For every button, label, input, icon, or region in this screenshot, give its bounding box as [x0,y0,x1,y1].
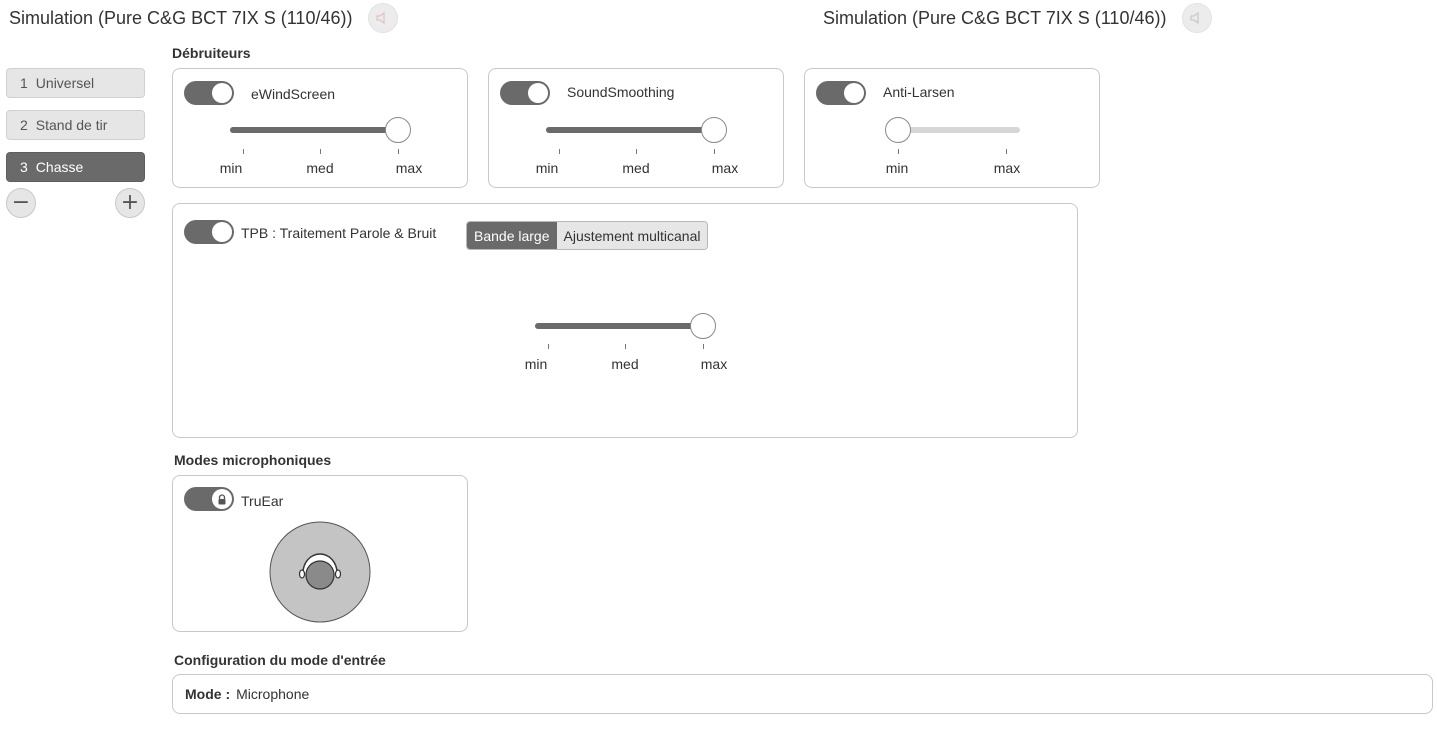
soundsmoothing-toggle[interactable] [500,81,550,105]
anti-larsen-card: Anti-Larsen min max [804,68,1100,188]
program-label: Stand de tir [35,117,108,133]
simulation-title: Simulation (Pure C&G BCT 7IX S (110/46)) [823,7,1167,28]
tick-label-med: med [306,160,334,176]
ewindscreen-slider-thumb[interactable] [385,117,411,143]
simulation-header-right: Simulation (Pure C&G BCT 7IX S (110/46)) [823,3,1213,33]
slider-fill [535,323,703,329]
tick-mark [636,149,637,154]
program-list: 1 Universel 2 Stand de tir 3 Chasse [6,68,145,194]
program-number: 2 [20,117,28,133]
truear-card: TruEar [172,475,468,632]
toggle-knob [528,83,548,103]
program-item-chasse[interactable]: 3 Chasse [6,152,145,182]
anti-larsen-toggle[interactable] [816,81,866,105]
slider-fill [546,127,714,133]
toggle-knob [212,222,232,242]
tick-label-med: med [622,160,650,176]
tpb-card: TPB : Traitement Parole & Bruit Bande la… [172,203,1078,438]
simulation-title: Simulation (Pure C&G BCT 7IX S (110/46)) [9,7,353,28]
add-program-button[interactable]: + [115,188,145,218]
program-item-universel[interactable]: 1 Universel [6,68,145,98]
tick-label-max: max [993,160,1021,176]
tpb-toggle[interactable] [184,220,234,244]
input-config-title: Configuration du mode d'entrée [174,652,386,668]
tick-mark [398,149,399,154]
ewindscreen-label: eWindScreen [251,86,336,102]
soundsmoothing-card: SoundSmoothing min med max [488,68,784,188]
input-mode-box[interactable]: Mode : Microphone [172,674,1433,714]
tick-mark [1006,149,1007,154]
anti-larsen-slider-track[interactable] [897,127,1020,133]
slider-fill [230,127,398,133]
tick-label-min: min [219,160,243,176]
tpb-label: TPB : Traitement Parole & Bruit [241,225,437,241]
tpb-slider-track[interactable] [535,323,703,329]
tick-label-max: max [395,160,423,176]
speaker-icon[interactable] [368,3,399,33]
noise-reducers-title: Débruiteurs [172,45,251,61]
tick-mark [559,149,560,154]
tick-label-min: min [524,356,548,372]
tick-mark [703,344,704,349]
toggle-knob [212,489,232,509]
tick-mark [714,149,715,154]
toggle-knob [844,83,864,103]
program-number: 3 [20,159,28,175]
simulation-header-left: Simulation (Pure C&G BCT 7IX S (110/46)) [9,3,399,33]
truear-toggle[interactable] [184,487,234,511]
tick-label-min: min [535,160,559,176]
program-controls: − + [6,188,145,218]
anti-larsen-label: Anti-Larsen [883,84,955,100]
mic-modes-title: Modes microphoniques [174,452,332,468]
anti-larsen-slider-thumb[interactable] [885,117,911,143]
program-label: Universel [35,75,95,91]
ewindscreen-toggle[interactable] [184,81,234,105]
head-directionality-icon [269,521,371,623]
ewindscreen-slider-track[interactable] [230,127,398,133]
tick-label-max: max [711,160,739,176]
toggle-knob [212,83,232,103]
soundsmoothing-slider-track[interactable] [546,127,714,133]
mode-value: Microphone [236,686,310,702]
speaker-icon[interactable] [1182,3,1213,33]
tab-bande-large[interactable]: Bande large [467,222,557,249]
lock-icon [218,493,226,504]
tick-label-max: max [700,356,728,372]
program-number: 1 [20,75,28,91]
tick-mark [243,149,244,154]
tick-mark [898,149,899,154]
tab-ajustement-multicanal[interactable]: Ajustement multicanal [556,222,708,249]
tpb-mode-segmented-control: Bande large Ajustement multicanal [466,221,709,250]
soundsmoothing-slider-thumb[interactable] [701,117,727,143]
tick-label-med: med [611,356,639,372]
remove-program-button[interactable]: − [6,188,36,218]
truear-label: TruEar [241,493,284,509]
tick-label-min: min [885,160,909,176]
ewindscreen-card: eWindScreen min med max [172,68,468,188]
tpb-slider-thumb[interactable] [690,313,716,339]
soundsmoothing-label: SoundSmoothing [567,84,675,100]
tick-mark [320,149,321,154]
mode-key-label: Mode : [185,686,231,702]
tick-mark [548,344,549,349]
tick-mark [625,344,626,349]
program-label: Chasse [35,159,84,175]
program-item-stand-de-tir[interactable]: 2 Stand de tir [6,110,145,140]
